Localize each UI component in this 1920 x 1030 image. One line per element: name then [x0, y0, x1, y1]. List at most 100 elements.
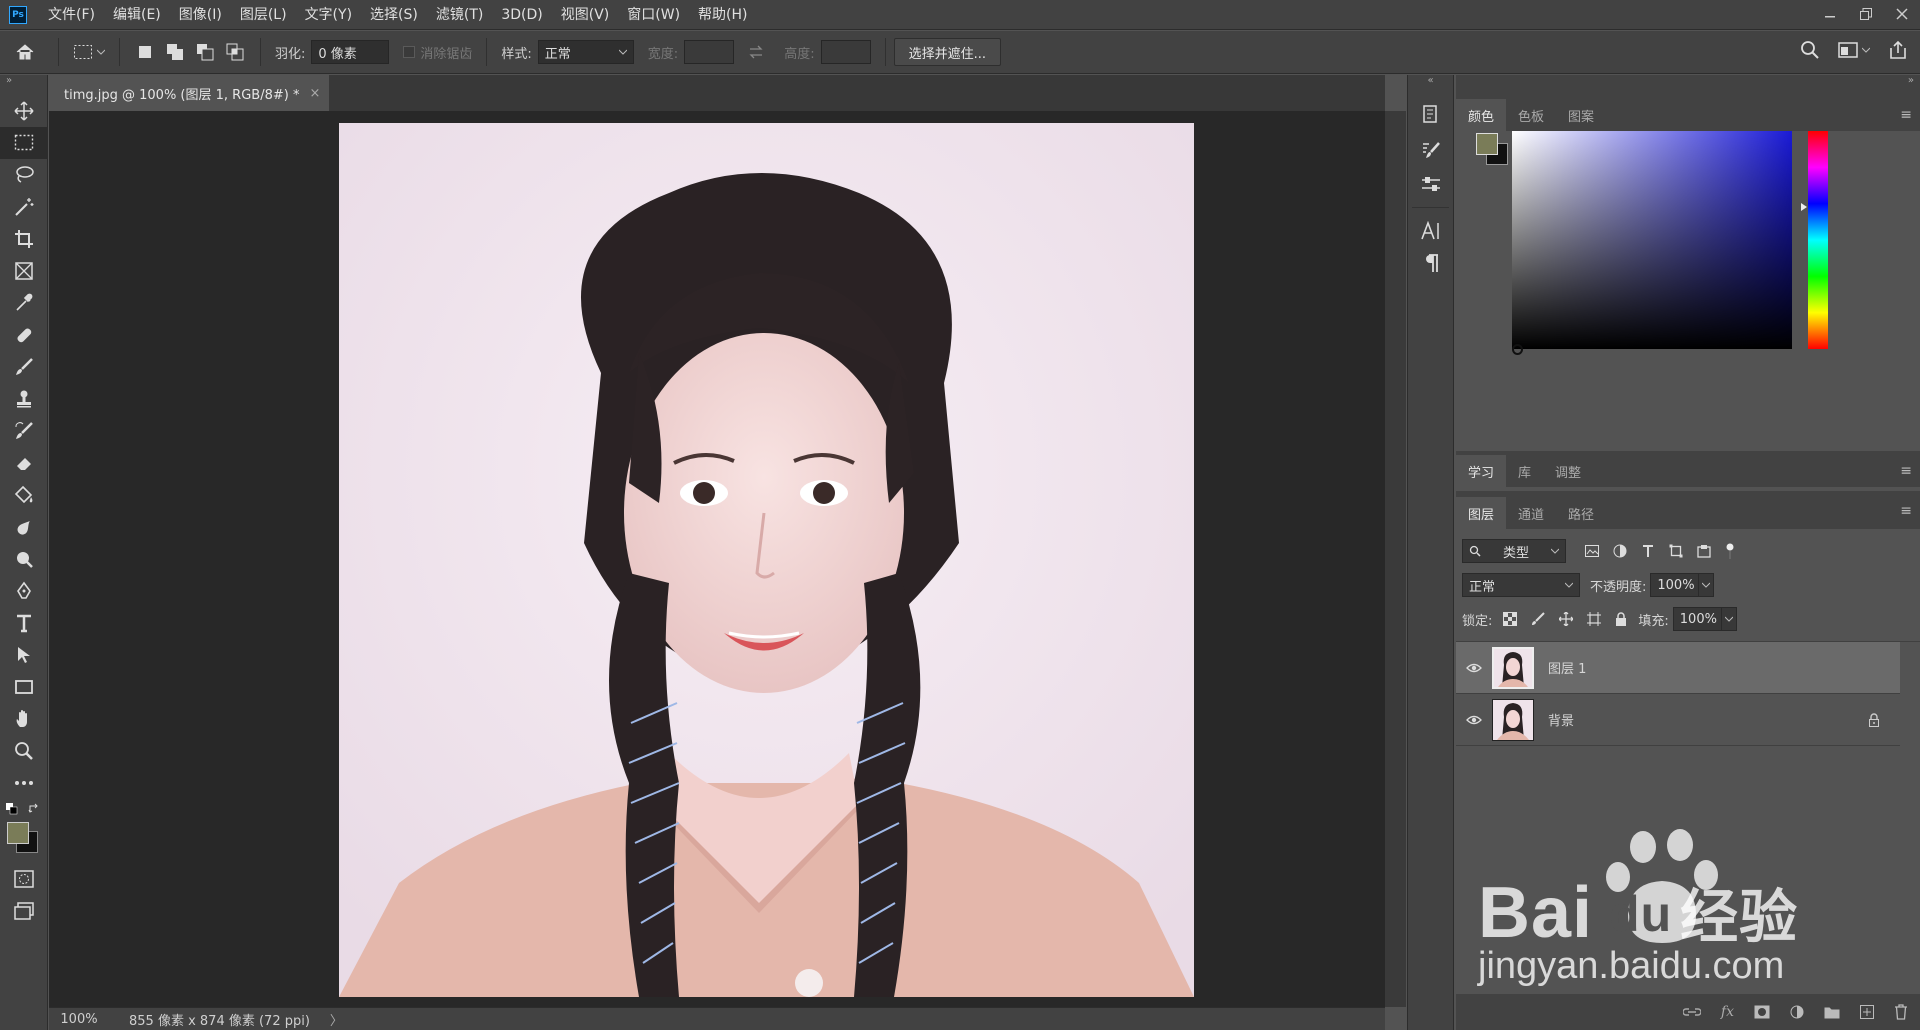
close-tab-icon[interactable]: ×	[309, 86, 320, 101]
layer-name[interactable]: 图层 1	[1548, 658, 1586, 677]
tab-channels[interactable]: 通道	[1506, 497, 1556, 529]
menu-select[interactable]: 选择(S)	[361, 0, 427, 30]
height-input[interactable]	[820, 40, 871, 64]
opacity-dropdown[interactable]	[1698, 573, 1715, 597]
filter-toggle-icon[interactable]	[1725, 543, 1735, 559]
menu-layer[interactable]: 图层(L)	[231, 0, 296, 30]
share-icon[interactable]	[1888, 40, 1908, 60]
minimize-button[interactable]	[1812, 0, 1848, 28]
tab-layers[interactable]: 图层	[1456, 497, 1507, 529]
tab-patterns[interactable]: 图案	[1556, 99, 1606, 131]
panel-menu-icon[interactable]: ≡	[1900, 503, 1912, 519]
menu-window[interactable]: 窗口(W)	[618, 0, 689, 30]
panel-menu-icon[interactable]: ≡	[1900, 107, 1912, 123]
close-window-button[interactable]	[1884, 0, 1920, 28]
tab-paths[interactable]: 路径	[1556, 497, 1606, 529]
lock-position-icon[interactable]	[1559, 612, 1574, 626]
shape-filter-icon[interactable]	[1669, 544, 1683, 558]
rectangle-tool[interactable]	[0, 671, 48, 703]
quick-mask-button[interactable]	[0, 863, 48, 895]
pixel-filter-icon[interactable]	[1585, 545, 1599, 557]
menu-type[interactable]: 文字(Y)	[296, 0, 361, 30]
type-tool[interactable]	[0, 607, 48, 639]
layer-visibility-toggle[interactable]	[1456, 663, 1492, 673]
crop-tool[interactable]	[0, 223, 48, 255]
panel-foreground-swatch[interactable]	[1476, 133, 1498, 155]
more-tools-button[interactable]	[0, 767, 48, 799]
hand-tool[interactable]	[0, 703, 48, 735]
swap-colors-icon[interactable]	[28, 803, 40, 815]
paint-bucket-tool[interactable]	[0, 479, 48, 511]
foreground-color-swatch[interactable]	[7, 822, 29, 844]
trash-icon[interactable]	[1894, 1004, 1908, 1020]
adjustment-filter-icon[interactable]	[1613, 544, 1627, 558]
marquee-preset-picker[interactable]	[67, 44, 111, 60]
menu-filter[interactable]: 滤镜(T)	[427, 0, 492, 30]
lock-all-icon[interactable]	[1615, 612, 1627, 626]
move-tool[interactable]	[0, 95, 48, 127]
brush-settings-button[interactable]	[1408, 133, 1454, 167]
blur-tool[interactable]	[0, 511, 48, 543]
magic-wand-tool[interactable]	[0, 191, 48, 223]
blend-mode-select[interactable]: 正常	[1462, 573, 1580, 597]
menu-file[interactable]: 文件(F)	[39, 0, 104, 30]
status-expand-arrow[interactable]: 〉	[330, 1010, 343, 1029]
brush-tool[interactable]	[0, 351, 48, 383]
new-layer-icon[interactable]	[1860, 1005, 1874, 1019]
right-dock-collapse-icon[interactable]: »	[1456, 75, 1920, 95]
smart-object-filter-icon[interactable]	[1697, 544, 1711, 558]
panel-menu-icon[interactable]: ≡	[1900, 463, 1912, 479]
color-picker-field[interactable]	[1512, 131, 1792, 355]
hue-slider-marker[interactable]	[1801, 203, 1807, 211]
hue-slider[interactable]	[1808, 131, 1828, 349]
document-tab[interactable]: timg.jpg @ 100% (图层 1, RGB/8#) * ×	[49, 75, 329, 111]
type-filter-icon[interactable]	[1641, 544, 1655, 558]
rect-marquee-tool[interactable]	[0, 127, 48, 159]
menu-3d[interactable]: 3D(D)	[492, 0, 551, 30]
new-selection-icon[interactable]	[136, 43, 154, 61]
fill-input[interactable]: 100%	[1672, 607, 1721, 631]
restore-button[interactable]	[1848, 0, 1884, 28]
dock-collapse-icon[interactable]: «	[1408, 75, 1453, 95]
fill-dropdown[interactable]	[1720, 607, 1737, 631]
screen-mode-button[interactable]	[0, 895, 48, 927]
dodge-tool[interactable]	[0, 543, 48, 575]
pen-tool[interactable]	[0, 575, 48, 607]
swap-dimensions-button[interactable]	[748, 45, 764, 59]
layer-row-background[interactable]: 背景	[1456, 694, 1900, 746]
vertical-scrollbar[interactable]	[1385, 111, 1406, 1007]
antialias-checkbox[interactable]: 消除锯齿	[403, 43, 472, 62]
subtract-selection-icon[interactable]	[196, 43, 214, 61]
lock-artboard-icon[interactable]	[1587, 612, 1602, 626]
layer-filter-select[interactable]: 类型	[1462, 539, 1566, 563]
menu-image[interactable]: 图像(I)	[170, 0, 231, 30]
color-picker-cursor[interactable]	[1512, 344, 1523, 355]
tab-libraries[interactable]: 库	[1506, 455, 1543, 487]
layer-name[interactable]: 背景	[1548, 710, 1574, 729]
fx-icon[interactable]: fx	[1721, 1004, 1734, 1020]
zoom-level[interactable]: 100%	[49, 1012, 109, 1027]
link-layers-icon[interactable]	[1682, 1007, 1701, 1017]
search-icon[interactable]	[1800, 40, 1820, 60]
tab-learn[interactable]: 学习	[1456, 455, 1507, 487]
character-panel-button[interactable]	[1408, 214, 1454, 248]
properties-button[interactable]	[1408, 167, 1454, 201]
menu-edit[interactable]: 编辑(E)	[104, 0, 170, 30]
lock-image-pixels-icon[interactable]	[1531, 612, 1546, 626]
lasso-tool[interactable]	[0, 159, 48, 191]
toolbox-collapse-icon[interactable]: »	[0, 75, 47, 95]
canvas-area[interactable]	[49, 111, 1385, 1007]
paragraph-panel-button[interactable]	[1408, 248, 1454, 278]
path-selection-tool[interactable]	[0, 639, 48, 671]
layer-row-layer1[interactable]: 图层 1	[1456, 642, 1900, 694]
add-mask-icon[interactable]	[1754, 1005, 1770, 1019]
eyedropper-tool[interactable]	[0, 287, 48, 319]
healing-brush-tool[interactable]	[0, 319, 48, 351]
select-and-mask-button[interactable]: 选择并遮住...	[893, 38, 1001, 66]
clone-stamp-tool[interactable]	[0, 383, 48, 415]
new-group-icon[interactable]	[1824, 1005, 1840, 1019]
adjustment-layer-icon[interactable]	[1790, 1005, 1804, 1019]
intersect-selection-icon[interactable]	[226, 43, 244, 61]
workspace-switcher[interactable]	[1838, 42, 1870, 58]
opacity-input[interactable]: 100%	[1650, 573, 1699, 597]
